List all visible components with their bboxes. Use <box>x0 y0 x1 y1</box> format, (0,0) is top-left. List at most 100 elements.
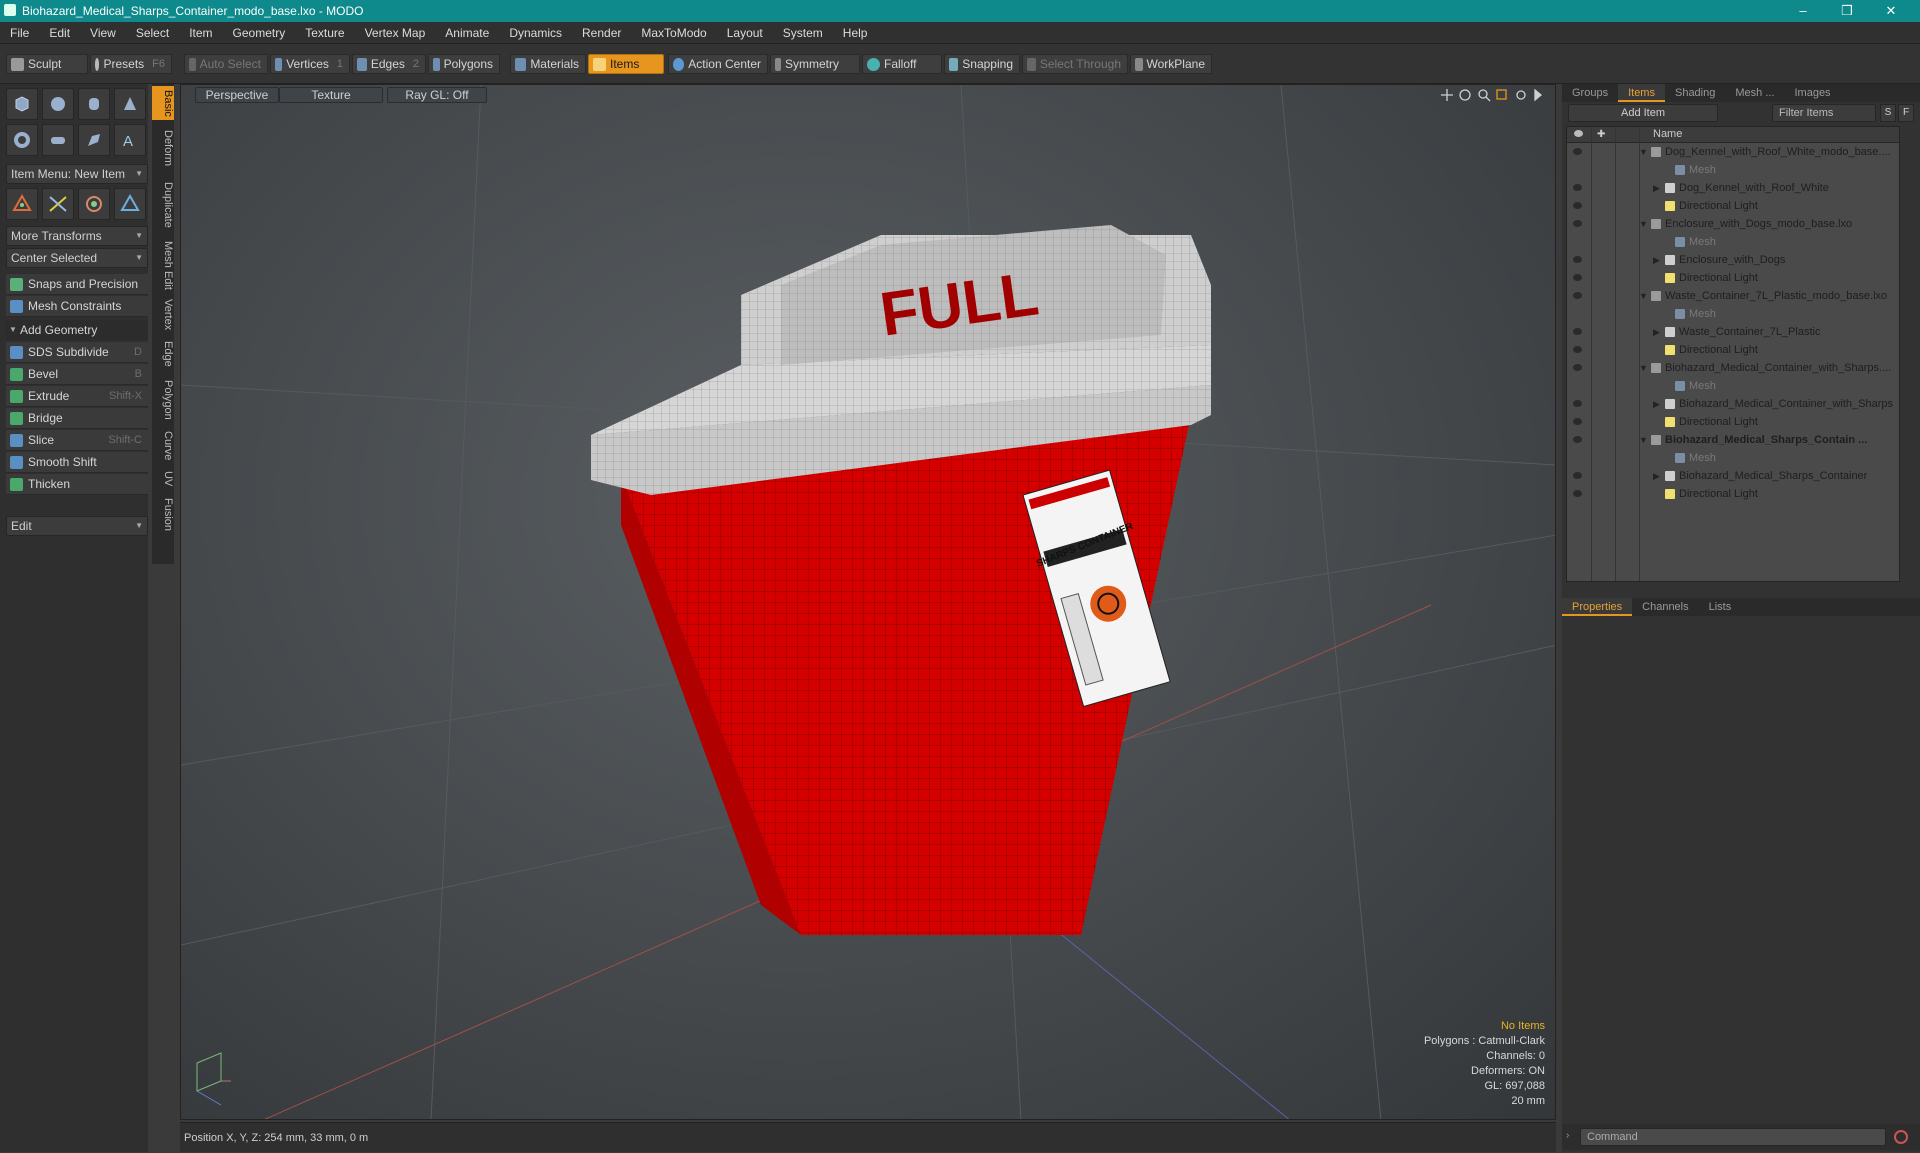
snapping-button[interactable]: Snapping <box>944 54 1020 74</box>
item-row[interactable]: ▼ Enclosure_with_Dogs_modo_base.lxo <box>1567 215 1899 233</box>
eye-icon[interactable] <box>1573 490 1582 497</box>
viewport-nav-icons[interactable] <box>1439 87 1549 103</box>
item-row[interactable]: ▼ Dog_Kennel_with_Roof_White_modo_base...… <box>1567 143 1899 161</box>
sculpt-button[interactable]: Sculpt <box>6 54 88 74</box>
menu-system[interactable]: System <box>773 26 833 40</box>
tab-lists[interactable]: Lists <box>1699 598 1742 616</box>
item-list[interactable]: ✚ Name ▼ Dog_Kennel_with_Roof_White_modo_… <box>1566 126 1900 582</box>
eye-icon[interactable] <box>1573 220 1582 227</box>
menu-render[interactable]: Render <box>572 26 631 40</box>
item-row[interactable]: ▶ Biohazard_Medical_Sharps_Container <box>1567 467 1899 485</box>
presets-button[interactable]: Presets F6 <box>90 54 172 74</box>
tab-groups[interactable]: Groups <box>1562 84 1618 102</box>
scale-icon[interactable] <box>78 188 110 220</box>
eye-icon[interactable] <box>1573 400 1582 407</box>
menu-help[interactable]: Help <box>833 26 878 40</box>
item-menu-dropdown[interactable]: Item Menu: New Item <box>6 164 148 184</box>
tab-mesh-[interactable]: Mesh ... <box>1725 84 1784 102</box>
falloff-button[interactable]: Falloff <box>862 54 942 74</box>
raygl-toggle-button[interactable]: Ray GL: Off <box>387 87 487 103</box>
auto-select-button[interactable]: Auto Select <box>184 54 268 74</box>
item-row[interactable]: Mesh <box>1567 449 1899 467</box>
action-center-button[interactable]: Action Center <box>668 54 768 74</box>
item-row[interactable]: Mesh <box>1567 305 1899 323</box>
item-row[interactable]: ▶ Enclosure_with_Dogs <box>1567 251 1899 269</box>
name-column-header[interactable]: Name <box>1653 128 1682 140</box>
filter-items-input[interactable]: Filter Items <box>1772 104 1876 122</box>
tab-edge[interactable]: Edge <box>152 336 174 372</box>
items-button[interactable]: Items <box>588 54 664 74</box>
tool-thicken[interactable]: Thicken <box>6 474 148 495</box>
menu-select[interactable]: Select <box>126 26 179 40</box>
collapse-icon[interactable]: ▼ <box>1639 215 1648 233</box>
perspective-view-button[interactable]: Perspective <box>195 87 279 103</box>
filter-f-button[interactable]: F <box>1898 104 1914 122</box>
3d-viewport[interactable]: FULL SHARPS CONTAINER Perspective Textur… <box>180 84 1556 1120</box>
eye-icon[interactable] <box>1573 292 1582 299</box>
expand-icon[interactable]: ▶ <box>1653 251 1660 269</box>
eye-icon[interactable] <box>1573 418 1582 425</box>
expand-icon[interactable]: ▶ <box>1653 179 1660 197</box>
tab-mesh-edit[interactable]: Mesh Edit <box>152 236 174 294</box>
tab-basic[interactable]: Basic <box>152 86 174 120</box>
eye-icon[interactable] <box>1573 148 1582 155</box>
menu-layout[interactable]: Layout <box>717 26 773 40</box>
tab-channels[interactable]: Channels <box>1632 598 1698 616</box>
rotate-icon[interactable] <box>42 188 74 220</box>
tab-polygon[interactable]: Polygon <box>152 374 174 426</box>
select-through-button[interactable]: Select Through <box>1022 54 1128 74</box>
menu-texture[interactable]: Texture <box>295 26 354 40</box>
tab-properties[interactable]: Properties <box>1562 598 1633 616</box>
item-row[interactable]: ▼ Biohazard_Medical_Container_with_Sharps… <box>1567 359 1899 377</box>
cylinder-icon[interactable] <box>78 88 110 120</box>
tab-curve[interactable]: Curve <box>152 428 174 464</box>
close-button[interactable]: ✕ <box>1870 0 1912 22</box>
menu-dynamics[interactable]: Dynamics <box>499 26 572 40</box>
item-row[interactable]: ▶ Dog_Kennel_with_Roof_White <box>1567 179 1899 197</box>
item-row[interactable]: Directional Light <box>1567 485 1899 503</box>
filter-s-button[interactable]: S <box>1880 104 1896 122</box>
more-transforms-dropdown[interactable]: More Transforms <box>6 226 148 246</box>
tab-vertex[interactable]: Vertex <box>152 296 174 334</box>
tool-slice[interactable]: Slice Shift-C <box>6 430 148 451</box>
menu-edit[interactable]: Edit <box>39 26 80 40</box>
item-row[interactable]: Mesh <box>1567 233 1899 251</box>
collapse-icon[interactable]: ▼ <box>1639 431 1648 449</box>
record-icon[interactable] <box>1894 1130 1908 1144</box>
item-row[interactable]: Directional Light <box>1567 341 1899 359</box>
tool-bridge[interactable]: Bridge <box>6 408 148 429</box>
item-row[interactable]: Directional Light <box>1567 269 1899 287</box>
eye-icon[interactable] <box>1573 202 1582 209</box>
eye-icon[interactable] <box>1573 274 1582 281</box>
texture-shading-button[interactable]: Texture <box>279 87 383 103</box>
menu-animate[interactable]: Animate <box>435 26 499 40</box>
tab-uv[interactable]: UV <box>152 466 174 492</box>
torus-icon[interactable] <box>6 124 38 156</box>
eye-icon[interactable] <box>1573 436 1582 443</box>
menu-geometry[interactable]: Geometry <box>223 26 296 40</box>
add-item-button[interactable]: Add Item <box>1568 104 1718 122</box>
mesh-constraints-button[interactable]: Mesh Constraints <box>6 296 148 317</box>
collapse-icon[interactable]: ▼ <box>1639 287 1648 305</box>
snaps-precision-button[interactable]: Snaps and Precision <box>6 274 148 295</box>
tool-extrude[interactable]: Extrude Shift-X <box>6 386 148 407</box>
eye-icon[interactable] <box>1573 256 1582 263</box>
expand-icon[interactable]: ▶ <box>1653 467 1660 485</box>
pen-icon[interactable] <box>78 124 110 156</box>
item-row[interactable]: ▼ Biohazard_Medical_Sharps_Contain ... <box>1567 431 1899 449</box>
menu-view[interactable]: View <box>80 26 126 40</box>
command-input[interactable]: Command <box>1580 1128 1886 1146</box>
tab-fusion[interactable]: Fusion <box>152 494 174 536</box>
sphere-icon[interactable] <box>42 88 74 120</box>
transform-icon[interactable] <box>114 188 146 220</box>
eye-icon[interactable] <box>1573 328 1582 335</box>
vertices-button[interactable]: Vertices 1 <box>270 54 350 74</box>
menu-vertex-map[interactable]: Vertex Map <box>355 26 436 40</box>
eye-icon[interactable] <box>1573 346 1582 353</box>
eye-icon[interactable] <box>1573 472 1582 479</box>
edges-button[interactable]: Edges 2 <box>352 54 426 74</box>
edit-dropdown[interactable]: Edit <box>6 516 148 536</box>
add-geometry-header[interactable]: Add Geometry <box>6 320 148 340</box>
tab-items[interactable]: Items <box>1618 84 1665 102</box>
menu-file[interactable]: File <box>0 26 39 40</box>
